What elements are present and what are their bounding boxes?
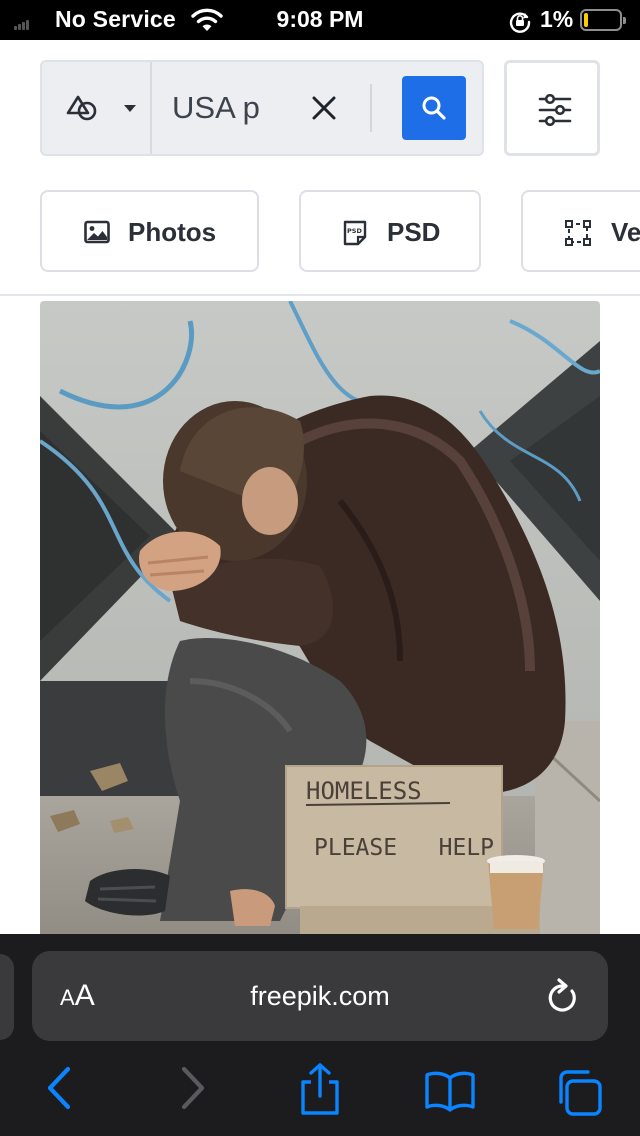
battery-percentage: 1% (540, 6, 574, 32)
chip-photos[interactable]: Photos (40, 190, 259, 272)
back-icon[interactable] (44, 1066, 74, 1115)
battery-icon (580, 9, 626, 31)
chip-label: Photos (128, 217, 217, 247)
filter-chips: Photos PSD PSD Ve (0, 190, 640, 274)
image-icon (84, 220, 110, 251)
reload-icon[interactable] (546, 978, 580, 1019)
share-icon[interactable] (298, 1062, 342, 1121)
address-bar[interactable]: AA freepik.com (32, 951, 608, 1041)
tabs-icon[interactable] (554, 1068, 604, 1123)
chip-vectors[interactable]: Ve (521, 190, 640, 272)
bookmarks-icon[interactable] (424, 1070, 476, 1117)
sign-text-line-1: HOMELESS (306, 777, 422, 805)
search-result-photo[interactable]: HOMELESS PLEASE HELP (40, 301, 600, 961)
psd-file-icon: PSD (343, 220, 367, 253)
browser-toolbar: AA freepik.com (0, 934, 640, 1136)
svg-text:PSD: PSD (347, 227, 362, 235)
chip-label: Ve (611, 217, 640, 247)
divider (0, 294, 640, 296)
previous-tab-preview[interactable] (0, 954, 14, 1040)
search-icon (422, 96, 446, 120)
forward-icon[interactable] (178, 1066, 208, 1115)
sign-text-line-2: PLEASE HELP (314, 835, 494, 861)
asset-type-dropdown[interactable] (42, 62, 152, 154)
sliders-icon (538, 94, 572, 126)
search-button[interactable] (402, 76, 466, 140)
chip-label: PSD (387, 217, 441, 247)
close-icon[interactable] (310, 94, 338, 127)
chip-psd[interactable]: PSD PSD (299, 190, 481, 272)
status-bar: No Service 9:08 PM 1% (0, 0, 640, 40)
search-bar (40, 60, 484, 156)
url-text: freepik.com (250, 981, 390, 1011)
search-input[interactable] (172, 88, 262, 128)
vector-icon (565, 220, 591, 253)
orientation-lock-icon (508, 9, 532, 38)
search-divider (370, 84, 372, 132)
battery-level (584, 13, 588, 27)
chevron-down-icon (124, 105, 136, 112)
shapes-icon (66, 94, 100, 129)
filters-button[interactable] (504, 60, 600, 156)
